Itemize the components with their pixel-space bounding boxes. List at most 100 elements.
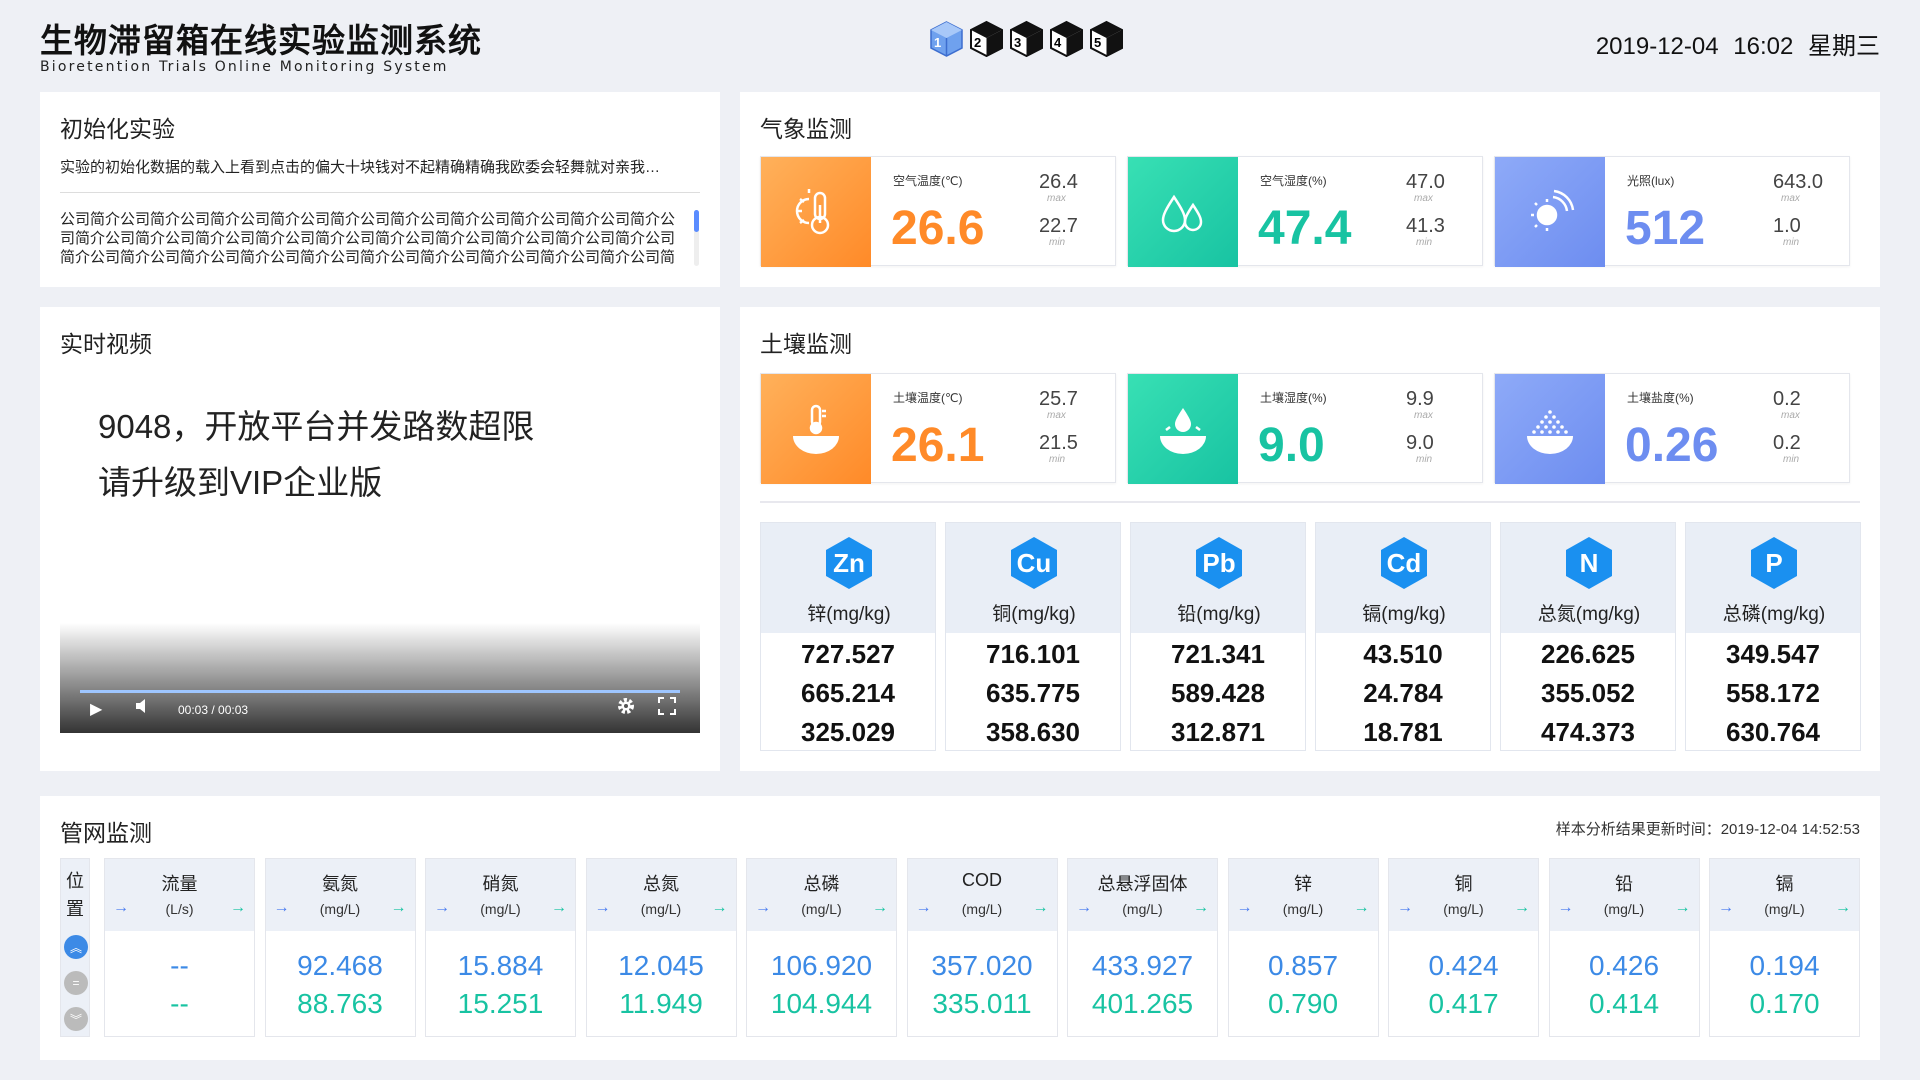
element-symbol: Cd <box>1386 548 1422 578</box>
param-value: 0.194 <box>1749 950 1820 981</box>
param-name: 铜 <box>1454 874 1473 894</box>
water-drops-icon <box>1128 157 1238 267</box>
max-tag: max <box>1047 410 1066 421</box>
position-down-icon[interactable]: ︾ <box>64 1007 88 1031</box>
panel-title: 管网监测 <box>60 820 152 846</box>
soil-salinity-icon <box>1495 374 1605 484</box>
arrow-right-icon: → <box>390 899 407 916</box>
scrollbar[interactable] <box>694 210 699 266</box>
min-tag: min <box>1049 454 1066 465</box>
min-tag: min <box>1416 237 1433 248</box>
pipe-col-total-phosphorus: 总磷 → (mg/L) → 106.920 104.944 <box>746 858 897 1037</box>
element-value: 589.428 <box>1171 678 1265 708</box>
param-value: 15.884 <box>457 950 544 981</box>
cube-number: 4 <box>1054 35 1062 50</box>
position-up-icon[interactable]: ︽ <box>64 935 88 959</box>
metric-label: 空气温度(℃) <box>893 174 963 188</box>
cube-button-5[interactable]: 5 <box>1088 20 1125 57</box>
element-value: 349.547 <box>1726 639 1820 669</box>
element-value: 18.781 <box>1363 717 1443 747</box>
param-value: 0.417 <box>1428 988 1499 1019</box>
divider <box>60 192 700 193</box>
cube-number: 1 <box>934 35 942 50</box>
param-name: 锌 <box>1294 874 1312 894</box>
title-en: Bioretention Trials Online Monitoring Sy… <box>40 59 449 75</box>
pipe-col-nitrate: 硝氮 → (mg/L) → 15.884 15.251 <box>425 858 576 1037</box>
element-symbol: Pb <box>1202 548 1236 578</box>
element-card-p: P 总磷(mg/kg) 349.547 558.172 630.764 <box>1685 522 1861 751</box>
max-tag: max <box>1781 410 1800 421</box>
metric-max: 47.0 <box>1406 171 1445 193</box>
position-selector: 位置 ︽ = ︾ <box>60 858 90 1037</box>
metric-min: 41.3 <box>1406 215 1445 237</box>
param-name: 总悬浮固体 <box>1097 874 1188 894</box>
pipe-col-cadmium: 镉 → (mg/L) → 0.194 0.170 <box>1709 858 1860 1037</box>
metric-value: 26.1 <box>891 419 985 472</box>
param-value: 106.920 <box>770 950 873 981</box>
element-name: 总氮(mg/kg) <box>1537 604 1641 625</box>
volume-icon[interactable] <box>134 697 150 718</box>
cube-button-4[interactable]: 4 <box>1048 20 1085 57</box>
min-tag: min <box>1783 237 1800 248</box>
param-value: 401.265 <box>1091 988 1194 1019</box>
element-card-pb: Pb 铅(mg/kg) 721.341 589.428 312.871 <box>1130 522 1306 751</box>
arrow-right-icon: → <box>1674 899 1691 916</box>
element-symbol: N <box>1579 548 1599 578</box>
max-tag: max <box>1047 193 1066 204</box>
metric-min: 9.0 <box>1406 432 1434 454</box>
param-name: COD <box>962 870 1002 890</box>
param-value: 11.949 <box>619 988 703 1019</box>
divider <box>760 501 1860 503</box>
param-value: 12.045 <box>618 950 704 981</box>
position-middle-icon[interactable]: = <box>64 971 88 995</box>
app-title: 生物滞留箱在线实验监测系统 Bioretention Trials Online… <box>40 14 482 75</box>
element-value: 358.630 <box>986 717 1080 747</box>
param-name: 氨氮 <box>322 874 358 894</box>
min-tag: min <box>1049 237 1066 248</box>
metric-label: 土壤温度(℃) <box>893 391 963 405</box>
init-summary[interactable]: 实验的初始化数据的载入上看到点击的偏大十块钱对不起精确精确我欧委会轻舞就对亲我… <box>60 156 700 177</box>
param-value: 335.011 <box>932 988 1032 1019</box>
param-value: 88.763 <box>297 988 383 1019</box>
panel-title: 土壤监测 <box>760 331 852 357</box>
video-time: 00:03 / 00:03 <box>178 703 249 717</box>
panel-title: 初始化实验 <box>60 116 175 142</box>
param-value: 357.020 <box>931 950 1033 981</box>
metric-max: 26.4 <box>1039 171 1078 193</box>
metric-max: 643.0 <box>1773 171 1824 193</box>
cube-button-2[interactable]: 2 <box>968 20 1005 57</box>
metric-max: 0.2 <box>1773 388 1801 410</box>
metric-label: 空气湿度(%) <box>1260 174 1327 188</box>
element-value: 665.214 <box>801 678 895 708</box>
update-time: 样本分析结果更新时间：2019-12-04 14:52:53 <box>1555 821 1860 838</box>
element-name: 镉(mg/kg) <box>1362 604 1446 625</box>
cube-button-1[interactable]: 1 <box>928 20 965 57</box>
fullscreen-icon[interactable] <box>658 697 676 718</box>
param-name: 流量 <box>161 874 198 894</box>
metric-label: 光照(lux) <box>1627 174 1675 188</box>
param-name: 铅 <box>1615 874 1633 894</box>
param-name: 总磷 <box>803 874 840 894</box>
video-player[interactable]: 9048，开放平台并发路数超限 请升级到VIP企业版 ▶ 00:03 / 00:… <box>60 377 700 733</box>
pipe-col-zinc: 锌 → (mg/L) → 0.857 0.790 <box>1227 858 1379 1037</box>
position-label: 位置 <box>66 871 84 919</box>
param-value: 0.857 <box>1267 950 1339 981</box>
arrow-right-icon: → <box>230 899 246 916</box>
arrow-right-icon: → <box>1835 899 1851 916</box>
soil-temperature-card: 土壤温度(℃) 26.1 25.7 max 21.5 min <box>760 373 1116 484</box>
play-icon[interactable]: ▶ <box>90 699 102 719</box>
cube-button-3[interactable]: 3 <box>1008 20 1045 57</box>
metric-label: 土壤盐度(%) <box>1627 391 1694 405</box>
panel-title: 气象监测 <box>760 116 852 142</box>
pipe-col-total-nitrogen: 总氮 → (mg/L) → 12.045 11.949 <box>585 858 737 1037</box>
thermometer-sun-icon <box>761 157 871 267</box>
param-value: 433.927 <box>1091 950 1194 981</box>
arrow-right-icon: → <box>1353 899 1370 916</box>
scrollbar-thumb[interactable] <box>694 210 699 232</box>
pipe-col-copper: 铜 → (mg/L) → 0.424 0.417 <box>1388 858 1539 1037</box>
weather-monitoring-panel: 气象监测 空气温度(℃) 26.6 26.4 max 22.7 min 空气湿度… <box>740 92 1880 287</box>
metric-min: 22.7 <box>1039 215 1078 237</box>
settings-gear-icon[interactable] <box>616 696 636 719</box>
element-card-cu: Cu 铜(mg/kg) 716.101 635.775 358.630 <box>945 522 1121 751</box>
element-value: 558.172 <box>1726 678 1820 708</box>
